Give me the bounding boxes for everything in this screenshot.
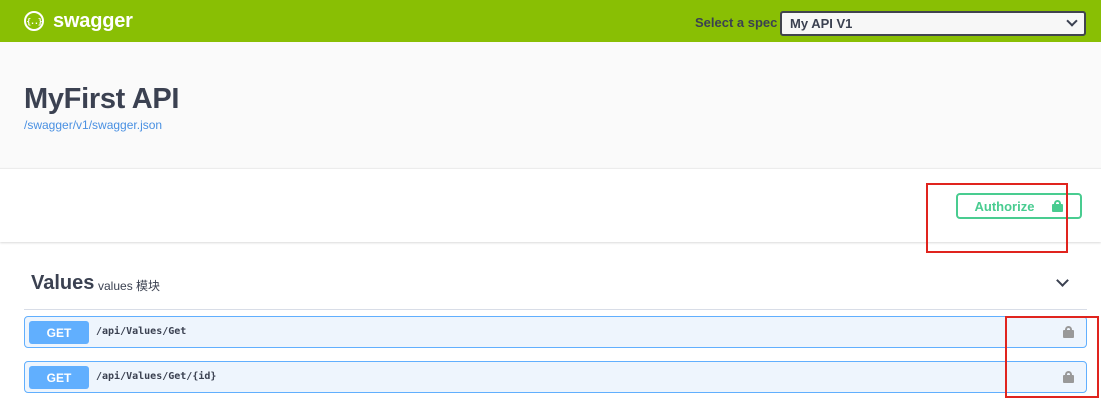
operation-get-value-by-id[interactable]: GET /api/Values/Get/{id} — [24, 361, 1087, 393]
operation-get-values[interactable]: GET /api/Values/Get — [24, 316, 1087, 348]
tag-description: values 模块 — [98, 279, 161, 293]
swagger-logo-icon: {..} — [24, 11, 44, 31]
spec-select[interactable]: My API V1 — [780, 11, 1086, 36]
method-badge: GET — [29, 366, 89, 389]
tag-name: Values — [31, 272, 95, 294]
chevron-down-icon[interactable] — [1056, 274, 1069, 287]
brand-name: swagger — [53, 9, 133, 32]
brand[interactable]: {..} swagger — [24, 8, 133, 34]
tag-section-values[interactable]: Values values 模块 — [24, 262, 1087, 310]
spec-url-link[interactable]: /swagger/v1/swagger.json — [24, 118, 162, 132]
spec-select-label: Select a spec — [695, 15, 778, 30]
operation-path: /api/Values/Get — [96, 326, 187, 337]
operation-path: /api/Values/Get/{id} — [96, 371, 217, 382]
top-bar: {..} swagger Select a spec My API V1 — [0, 0, 1101, 42]
method-badge: GET — [29, 321, 89, 344]
spec-select-value: My API V1 — [790, 16, 853, 31]
info-section: MyFirst API /swagger/v1/swagger.json — [0, 42, 1101, 168]
api-title: MyFirst API — [24, 83, 180, 115]
annotation-box-authorize — [926, 183, 1068, 253]
chevron-down-icon — [1066, 15, 1078, 27]
annotation-box-locks — [1005, 316, 1099, 398]
